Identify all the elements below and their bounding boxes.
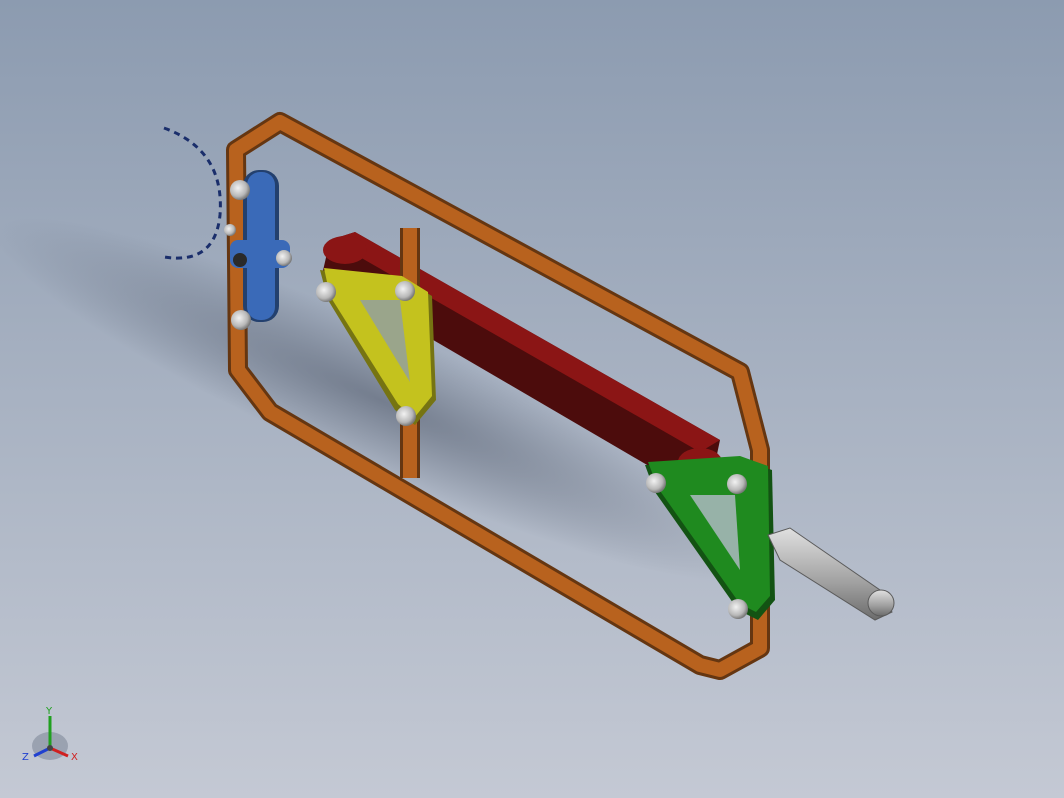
bolt xyxy=(224,224,236,236)
bolt xyxy=(233,253,247,267)
bolt xyxy=(396,406,416,426)
crank-path-arc xyxy=(163,126,222,260)
bolt xyxy=(646,473,666,493)
bolt xyxy=(276,250,292,266)
bolt xyxy=(395,281,415,301)
bolt xyxy=(728,599,748,619)
graphics-viewport[interactable]: Y X Z xyxy=(0,0,1064,798)
triad-x-label: X xyxy=(71,752,78,763)
triad-y-label: Y xyxy=(45,706,53,717)
bolt xyxy=(230,180,250,200)
handle[interactable] xyxy=(767,527,895,621)
orientation-triad[interactable]: Y X Z xyxy=(22,706,78,763)
triad-z-label: Z xyxy=(22,752,29,763)
assembly-scene[interactable]: Y X Z xyxy=(0,0,1064,798)
bolt xyxy=(316,282,336,302)
bolt xyxy=(727,474,747,494)
bolt xyxy=(231,310,251,330)
